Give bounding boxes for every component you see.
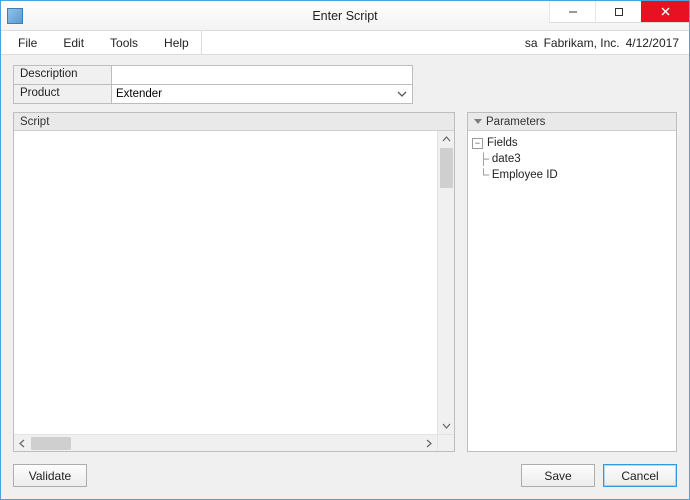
titlebar: Enter Script (1, 1, 689, 31)
status-company: Fabrikam, Inc. (544, 36, 620, 50)
scroll-right-icon[interactable] (420, 435, 437, 452)
tree-connector-icon: └╴ (480, 168, 492, 182)
menu-items: File Edit Tools Help (5, 31, 202, 54)
scroll-left-icon[interactable] (14, 435, 31, 452)
app-icon (7, 8, 23, 24)
tree-leaf-label: Employee ID (492, 169, 558, 181)
menubar: File Edit Tools Help sa Fabrikam, Inc. 4… (1, 31, 689, 55)
parameters-pane: Parameters − Fields ├╴ date3 └╴ Employee… (467, 112, 677, 452)
validate-button[interactable]: Validate (13, 464, 87, 487)
tree-leaf[interactable]: ├╴ date3 (480, 151, 672, 167)
close-button[interactable] (641, 1, 689, 23)
script-editor[interactable] (14, 131, 437, 434)
status-area: sa Fabrikam, Inc. 4/12/2017 (525, 31, 689, 54)
save-button[interactable]: Save (521, 464, 595, 487)
form-rows: Description Product Extender (13, 65, 677, 104)
row-description: Description (13, 65, 677, 85)
tree-leaf[interactable]: └╴ Employee ID (480, 167, 672, 183)
product-select[interactable]: Extender (111, 84, 413, 104)
product-value: Extender (116, 88, 162, 100)
minimize-button[interactable] (549, 1, 595, 23)
tree-leaf-label: date3 (492, 153, 521, 165)
client-area: Description Product Extender Script (1, 55, 689, 499)
script-header-label: Script (20, 116, 49, 128)
parameters-pane-header: Parameters (468, 113, 676, 131)
scroll-up-icon[interactable] (438, 131, 455, 148)
field-description (111, 65, 413, 85)
horizontal-scrollbar[interactable] (14, 434, 437, 451)
tree-root[interactable]: − Fields (472, 135, 672, 151)
scroll-corner (437, 434, 454, 451)
parameters-header-label: Parameters (486, 116, 545, 128)
parameters-tree: − Fields ├╴ date3 └╴ Employee ID (468, 131, 676, 451)
tree-collapse-icon[interactable]: − (472, 138, 483, 149)
chevron-down-icon (394, 85, 410, 103)
triangle-down-icon (474, 119, 482, 124)
script-pane-header: Script (14, 113, 454, 131)
script-pane: Script (13, 112, 455, 452)
horizontal-scroll-thumb[interactable] (31, 437, 71, 450)
tree-children: ├╴ date3 └╴ Employee ID (472, 151, 672, 183)
vertical-scrollbar[interactable] (437, 131, 454, 434)
row-product: Product Extender (13, 84, 677, 104)
close-icon (660, 6, 671, 17)
cancel-button[interactable]: Cancel (603, 464, 677, 487)
vertical-scroll-thumb[interactable] (440, 148, 453, 188)
maximize-icon (614, 7, 624, 17)
menu-tools[interactable]: Tools (97, 31, 151, 54)
button-row: Validate Save Cancel (13, 464, 677, 487)
description-input[interactable] (112, 66, 412, 84)
window-buttons (549, 1, 689, 30)
minimize-icon (568, 7, 578, 17)
main-panes: Script (13, 112, 677, 452)
tree-root-label: Fields (487, 137, 518, 149)
script-body (14, 131, 454, 451)
menu-help[interactable]: Help (151, 31, 202, 54)
menu-edit[interactable]: Edit (50, 31, 97, 54)
status-user: sa (525, 36, 538, 50)
menu-file[interactable]: File (5, 31, 50, 54)
scroll-down-icon[interactable] (438, 417, 455, 434)
tree-connector-icon: ├╴ (480, 152, 492, 166)
status-date: 4/12/2017 (626, 36, 679, 50)
label-description: Description (13, 65, 111, 85)
maximize-button[interactable] (595, 1, 641, 23)
label-product: Product (13, 84, 111, 104)
